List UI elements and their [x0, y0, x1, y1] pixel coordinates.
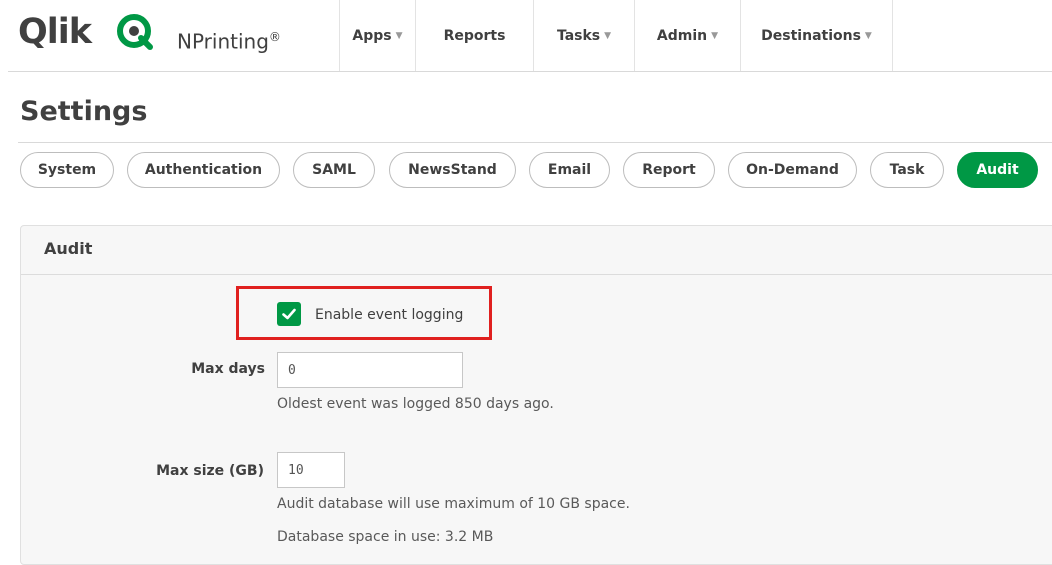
nav-admin-label: Admin	[656, 27, 708, 44]
max-size-help: Audit database will use maximum of 10 GB…	[277, 496, 630, 512]
tab-saml[interactable]: SAML	[293, 152, 375, 188]
nav-reports[interactable]: Reports	[415, 0, 533, 71]
max-size-input[interactable]	[277, 452, 345, 488]
tab-newsstand[interactable]: NewsStand	[389, 152, 516, 188]
max-days-label: Max days	[191, 361, 265, 377]
nav-apps-label: Apps	[352, 27, 392, 44]
nav-tasks-label: Tasks	[556, 27, 601, 44]
chevron-down-icon: ▼	[604, 30, 612, 41]
tab-authentication[interactable]: Authentication	[127, 152, 280, 188]
nav-reports-label: Reports	[443, 27, 506, 44]
nav-destinations-label: Destinations	[761, 27, 861, 44]
tab-audit[interactable]: Audit	[957, 152, 1038, 188]
tab-email[interactable]: Email	[529, 152, 610, 188]
qlik-q-logo-icon	[117, 14, 153, 50]
panel-divider	[21, 274, 1052, 275]
nav-destinations[interactable]: Destinations ▼	[740, 0, 893, 71]
chevron-down-icon: ▼	[711, 30, 719, 41]
tab-task[interactable]: Task	[870, 152, 944, 188]
nav-tasks[interactable]: Tasks ▼	[533, 0, 634, 71]
enable-logging-checkbox[interactable]	[277, 302, 301, 326]
header-divider	[8, 71, 1052, 72]
enable-logging-label[interactable]: Enable event logging	[315, 305, 463, 325]
qlik-logo-text: Qlik	[18, 12, 92, 52]
top-bar: Qlik NPrinting® Apps ▼ Reports Tasks ▼ Adm…	[0, 0, 1052, 72]
database-usage-text: Database space in use: 3.2 MB	[277, 529, 494, 545]
page-title: Settings	[20, 96, 148, 127]
registered-mark: ®	[268, 30, 281, 44]
max-days-help: Oldest event was logged 850 days ago.	[277, 396, 554, 412]
product-name: NPrinting®	[177, 24, 281, 55]
nav-admin[interactable]: Admin ▼	[634, 0, 740, 71]
max-days-input[interactable]	[277, 352, 463, 388]
title-divider	[18, 142, 1052, 143]
max-size-label: Max size (GB)	[156, 463, 264, 479]
tab-system[interactable]: System	[20, 152, 114, 188]
product-name-text: NPrinting	[177, 29, 269, 54]
chevron-down-icon: ▼	[395, 30, 403, 41]
chevron-down-icon: ▼	[864, 30, 872, 41]
tab-on-demand[interactable]: On-Demand	[728, 152, 857, 188]
tab-report[interactable]: Report	[623, 152, 715, 188]
main-nav: Apps ▼ Reports Tasks ▼ Admin ▼ Destinations…	[339, 0, 893, 71]
check-icon	[282, 308, 296, 320]
panel-title: Audit	[44, 239, 93, 258]
nav-apps[interactable]: Apps ▼	[339, 0, 415, 71]
